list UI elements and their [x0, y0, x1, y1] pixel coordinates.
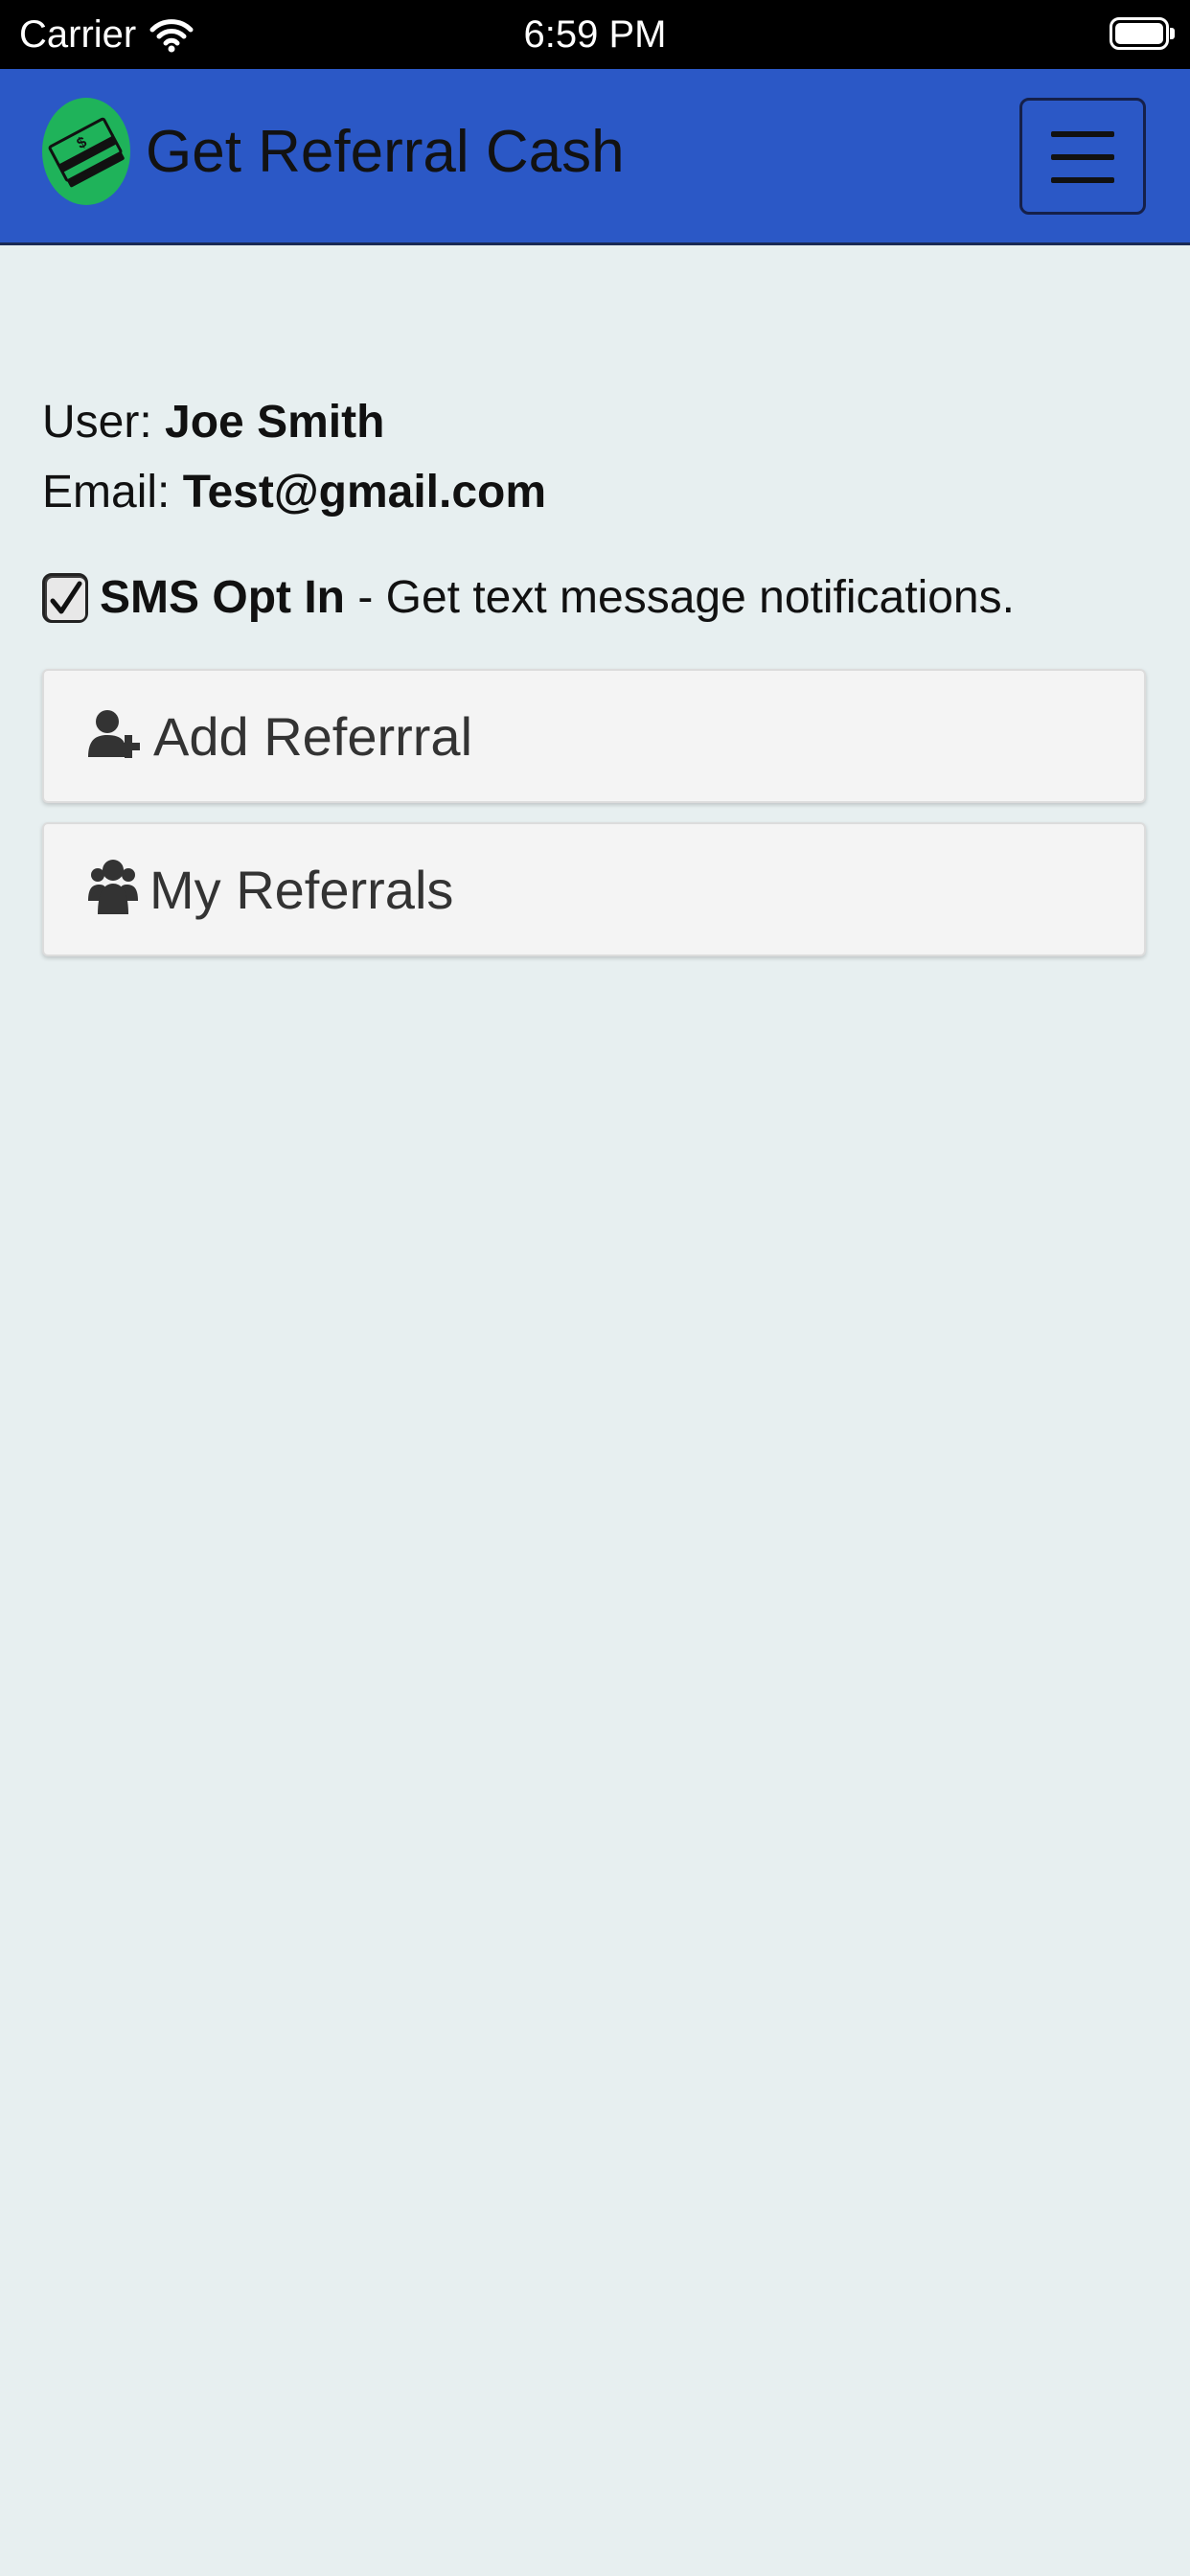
hamburger-menu-button[interactable]: [1019, 98, 1146, 215]
email-value: Test@gmail.com: [182, 467, 547, 518]
top-navbar: $ Get Referral Cash: [0, 69, 1190, 245]
add-referral-button[interactable]: Add Referrral: [42, 669, 1146, 803]
brand[interactable]: $ Get Referral Cash: [42, 98, 625, 205]
sms-opt-in-label: SMS Opt In - Get text message notificati…: [100, 569, 1015, 627]
user-name: Joe Smith: [165, 397, 385, 448]
users-icon: [88, 859, 138, 921]
user-plus-icon: [88, 709, 142, 764]
add-referral-label: Add Referrral: [153, 705, 473, 767]
my-referrals-label: My Referrals: [149, 859, 454, 920]
sms-opt-in-description: - Get text message notifications.: [344, 572, 1015, 623]
sms-opt-in-checkbox[interactable]: [42, 573, 88, 623]
user-label: User:: [42, 397, 152, 448]
email-label: Email:: [42, 467, 171, 518]
email-info: Email: Test@gmail.com: [42, 464, 546, 521]
my-referrals-button[interactable]: My Referrals: [42, 822, 1146, 956]
status-bar: Carrier 6:59 PM: [0, 0, 1190, 69]
user-info: User: Joe Smith: [42, 394, 384, 451]
sms-opt-in-row: SMS Opt In - Get text message notificati…: [42, 567, 1015, 629]
battery-full-icon: [1110, 17, 1175, 50]
brand-title: Get Referral Cash: [146, 118, 625, 185]
status-time: 6:59 PM: [523, 13, 667, 56]
money-stack-icon: $: [42, 98, 130, 205]
sms-opt-in-title: SMS Opt In: [100, 572, 345, 623]
